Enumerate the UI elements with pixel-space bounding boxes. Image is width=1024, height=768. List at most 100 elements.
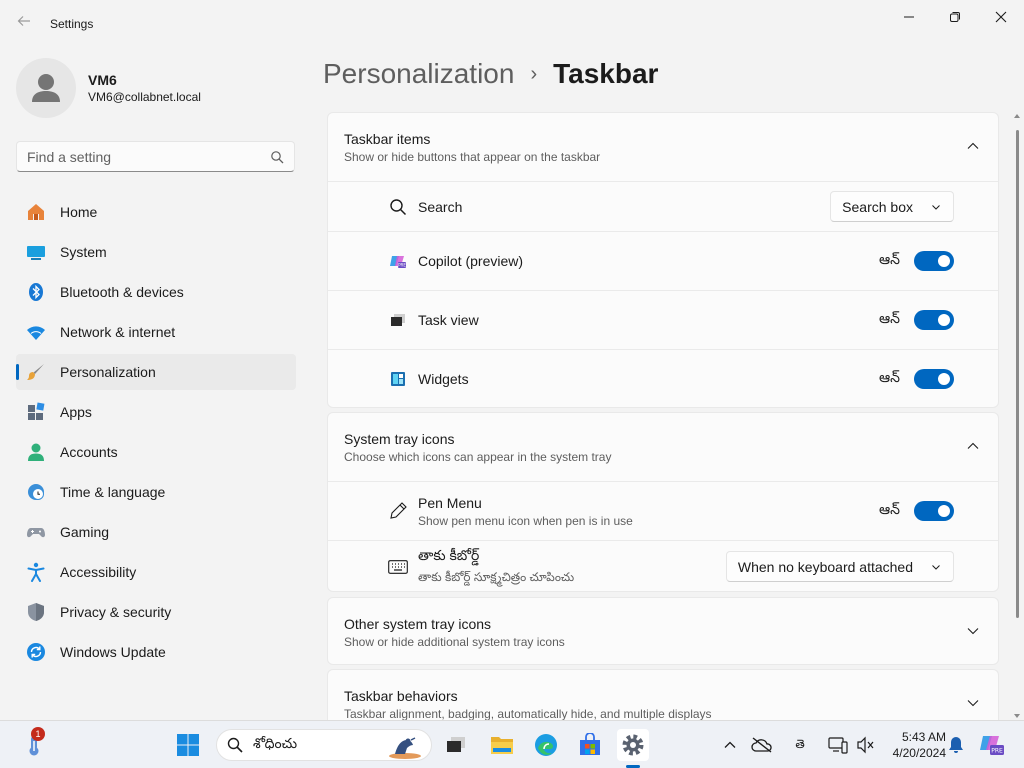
dropdown-value: When no keyboard attached [737,558,913,575]
copilot-row: PRE Copilot (preview) ఆన్ [328,231,998,290]
sidebar-item-system[interactable]: System [16,234,296,270]
sidebar-item-gaming[interactable]: Gaming [16,514,296,550]
sidebar-item-label: Personalization [60,364,156,380]
input-language-button[interactable]: తె [784,729,816,761]
section-subtitle: Show or hide buttons that appear on the … [344,150,601,164]
bell-icon [949,737,963,753]
monitor-icon [26,242,46,262]
sidebar-item-label: Home [60,204,98,220]
gear-icon [622,734,644,756]
scroll-up-icon[interactable] [1013,112,1021,120]
file-explorer-button[interactable] [486,729,518,761]
back-arrow-icon[interactable] [12,12,36,36]
profile-email: VM6@collabnet.local [88,90,201,104]
scrollbar-thumb[interactable] [1016,130,1019,618]
profile-name: VM6 [88,72,117,88]
sidebar-item-accounts[interactable]: Accounts [16,434,296,470]
sidebar-item-home[interactable]: Home [16,194,296,230]
scroll-down-icon[interactable] [1013,712,1021,720]
close-button[interactable] [978,4,1024,30]
weather-notification-badge: 1 [31,727,45,741]
maximize-button[interactable] [932,4,978,30]
chevron-up-icon[interactable] [966,439,980,453]
copilot-toggle[interactable] [914,251,954,271]
section-subtitle: Show or hide additional system tray icon… [344,635,565,649]
edge-browser-icon [535,734,557,756]
clock-date: 4/20/2024 [892,746,946,760]
sidebar-item-apps[interactable]: Apps [16,394,296,430]
breadcrumb-parent[interactable]: Personalization [323,58,514,90]
keyboard-icon [388,557,408,577]
pen-menu-description: Show pen menu icon when pen is in use [418,513,633,528]
task-view-icon [388,310,408,330]
edge-browser-button[interactable] [530,729,562,761]
widgets-toggle[interactable] [914,369,954,389]
settings-app-button[interactable] [617,729,649,761]
taskbar-behaviors-section[interactable]: Taskbar behaviors Taskbar alignment, bad… [327,669,999,720]
shield-icon [26,602,46,622]
notifications-button[interactable] [940,729,972,761]
touch-keyboard-row: తాకు కీబోర్డ్ తాకు కీబోర్డ్ సూక్ష్మచిత్ర… [328,540,998,592]
widgets-label: Widgets [418,371,469,387]
search-row: Search Search box [328,181,998,231]
volume-button[interactable] [850,729,882,761]
sidebar-item-label: Gaming [60,524,110,540]
taskbar-items-header[interactable]: Taskbar items Show or hide buttons that … [328,113,998,181]
taskbar-items-section: Taskbar items Show or hide buttons that … [327,112,999,408]
search-icon [271,151,284,164]
taskbar-clock[interactable]: 5:43 AM 4/20/2024 [882,729,946,761]
start-button[interactable] [172,729,204,761]
store-button[interactable] [574,729,606,761]
task-view-icon [447,737,465,752]
toggle-state-label: ఆన్ [879,251,900,267]
sidebar-item-privacy[interactable]: Privacy & security [16,594,296,630]
settings-search-box[interactable] [16,141,295,172]
sidebar-item-label: System [60,244,107,260]
onedrive-button[interactable] [746,729,778,761]
system-tray-header[interactable]: System tray icons Choose which icons can… [328,413,998,481]
sidebar-item-windows-update[interactable]: Windows Update [16,634,296,670]
title-bar: Settings [0,0,1024,48]
show-hidden-icons-button[interactable] [714,729,746,761]
minimize-button[interactable] [886,4,932,30]
section-subtitle: Taskbar alignment, badging, automaticall… [344,707,712,720]
main-scrollbar[interactable] [1013,112,1021,720]
section-subtitle: Choose which icons can appear in the sys… [344,450,612,464]
task-view-toggle[interactable] [914,310,954,330]
taskbar-search-box[interactable]: శోధించు [216,729,432,761]
widgets-row: Widgets ఆన్ [328,349,998,408]
toggle-state-label: ఆన్ [879,369,900,385]
sidebar-item-bluetooth[interactable]: Bluetooth & devices [16,274,296,310]
toggle-state-label: ఆన్ [879,501,900,517]
bluetooth-icon [26,282,46,302]
windows-logo-icon [177,734,199,756]
pen-menu-toggle[interactable] [914,501,954,521]
sidebar-nav: Home System Bluetooth & devices Network … [16,194,296,674]
sidebar-item-personalization[interactable]: Personalization [16,354,296,390]
chevron-down-icon[interactable] [966,696,980,710]
copilot-taskbar-button[interactable]: PRE [976,729,1008,761]
user-profile[interactable]: VM6 VM6@collabnet.local [16,58,201,118]
taskbar-search-text: శోధించు [253,735,298,751]
chevron-up-icon[interactable] [966,139,980,153]
input-language-indicator: తె [795,736,805,751]
search-input[interactable] [17,142,257,171]
search-highlight-illustration-icon [389,737,421,759]
copilot-icon: PRE [980,736,1004,755]
brush-icon [26,362,46,382]
restore-icon [950,12,960,22]
task-view-row: Task view ఆన్ [328,290,998,349]
close-icon [995,11,1007,23]
sidebar-item-network[interactable]: Network & internet [16,314,296,350]
speaker-muted-icon [857,736,874,754]
sidebar-item-accessibility[interactable]: Accessibility [16,554,296,590]
task-view-button[interactable] [440,729,472,761]
section-title: System tray icons [344,431,455,447]
other-tray-section[interactable]: Other system tray icons Show or hide add… [327,597,999,665]
sidebar-item-label: Accounts [60,444,118,460]
section-title: Other system tray icons [344,616,492,632]
touch-keyboard-dropdown[interactable]: When no keyboard attached [725,551,954,582]
sidebar-item-time-language[interactable]: Time & language [16,474,296,510]
search-mode-dropdown[interactable]: Search box [830,191,954,222]
chevron-down-icon[interactable] [966,624,980,638]
